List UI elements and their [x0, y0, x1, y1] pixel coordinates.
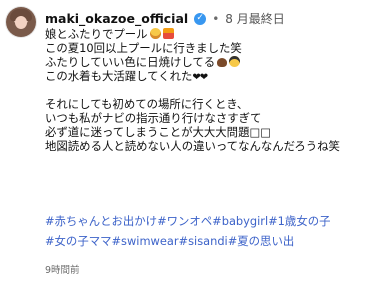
hashtag-link[interactable]: #1歳女の子 [268, 214, 330, 228]
swimsuit-icon [162, 28, 174, 39]
hashtag-link[interactable]: #女の子ママ [45, 234, 112, 248]
hashtag-link[interactable]: #babygirl [212, 214, 268, 228]
separator-dot: • [212, 11, 220, 26]
caption-line: 必ず道に迷ってしまうことが大大大問題□□ [45, 125, 271, 139]
hashtag-list: #赤ちゃんとお出かけ#ワンオペ#babygirl#1歳女の子 #女の子ママ#swi… [45, 211, 383, 251]
relative-timestamp[interactable]: 9時間前 [45, 262, 80, 276]
hashtag-link[interactable]: #sisandi [179, 234, 228, 248]
caption-line: この水着も大活躍してくれた❤❤ [45, 69, 208, 83]
post-header: maki_okazoe_official ✓ • 8 月最終日 [45, 10, 285, 27]
grinning-face-icon [149, 28, 161, 39]
username-link[interactable]: maki_okazoe_official [45, 11, 188, 26]
profile-avatar[interactable] [6, 7, 36, 37]
caption-line: 地図読める人と読めない人の違いってなんなんだろうね笑 [45, 139, 340, 153]
heart-icons: ❤❤ [192, 72, 208, 83]
hashtag-link[interactable]: #swimwear [112, 234, 179, 248]
hashtag-link[interactable]: #夏の思い出 [228, 234, 295, 248]
caption-line: いつも私がナビの指示通り行けなさすぎて [45, 111, 262, 125]
caption-line: 娘とふたりでプール [45, 27, 383, 41]
brown-heart-icon [217, 58, 228, 67]
hashtag-link[interactable]: #ワンオペ [157, 214, 212, 228]
avatar-face [15, 16, 27, 29]
caption-line: それにしても初めての場所に行くとき、 [45, 97, 249, 111]
hashtag-link[interactable]: #赤ちゃんとお出かけ [45, 214, 157, 228]
verified-badge-icon: ✓ [194, 12, 207, 25]
instagram-post: maki_okazoe_official ✓ • 8 月最終日 娘とふたりでプー… [0, 0, 387, 286]
cool-face-icon [229, 56, 241, 67]
post-caption: 娘とふたりでプール この夏10回以上プールに行きました笑 ふたりしていい色に日焼… [45, 27, 383, 153]
caption-line: この夏10回以上プールに行きました笑 [45, 41, 242, 55]
unrendered-glyphs: □□ [249, 125, 271, 139]
posted-date: 8 月最終日 [225, 12, 285, 26]
caption-line: ふたりしていい色に日焼けしてる [45, 55, 383, 69]
